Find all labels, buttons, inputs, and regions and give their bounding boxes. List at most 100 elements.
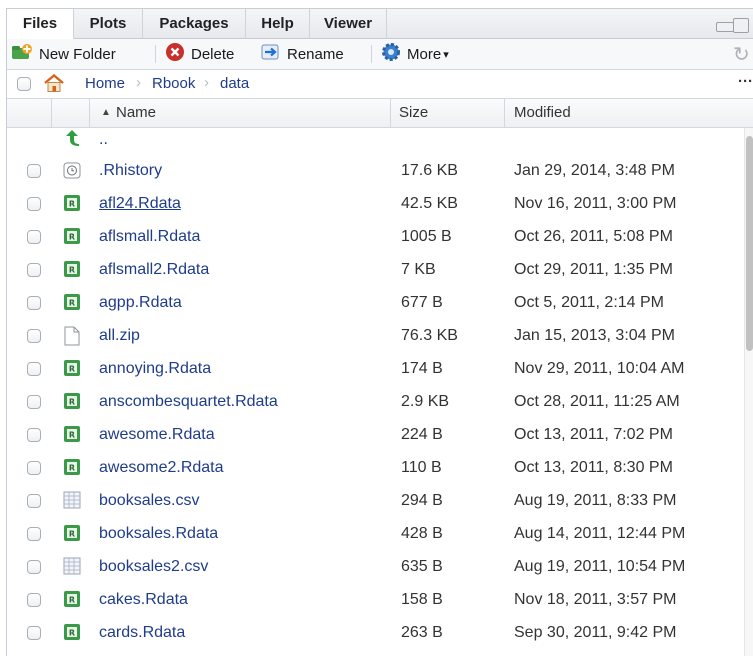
file-checkbox[interactable] bbox=[27, 560, 41, 574]
file-name-link[interactable]: anscombesquartet.Rdata bbox=[99, 393, 278, 411]
file-size: 428 B bbox=[401, 525, 443, 542]
breadcrumb-rbook[interactable]: Rbook bbox=[152, 75, 195, 92]
file-checkbox[interactable] bbox=[27, 164, 41, 178]
file-name-link[interactable]: booksales.Rdata bbox=[99, 525, 218, 543]
file-checkbox[interactable] bbox=[27, 494, 41, 508]
file-size: 635 B bbox=[401, 558, 443, 575]
rename-button[interactable]: Rename bbox=[261, 39, 344, 69]
tab-packages[interactable]: Packages bbox=[143, 9, 246, 38]
file-name-link[interactable]: aflsmall.Rdata bbox=[99, 228, 200, 246]
file-checkbox[interactable] bbox=[27, 329, 41, 343]
file-modified: Oct 28, 2011, 11:25 AM bbox=[514, 393, 680, 410]
file-checkbox[interactable] bbox=[27, 263, 41, 277]
file-row[interactable]: Raflsmall2.Rdata 7 KB Oct 29, 2011, 1:35 P… bbox=[7, 254, 742, 287]
scrollbar-thumb[interactable] bbox=[746, 136, 753, 351]
rdata-icon: R bbox=[63, 293, 81, 311]
file-checkbox[interactable] bbox=[27, 461, 41, 475]
file-checkbox[interactable] bbox=[27, 428, 41, 442]
file-size: 158 B bbox=[401, 591, 443, 608]
column-header-size[interactable]: Size bbox=[399, 99, 428, 127]
column-header-modified[interactable]: Modified bbox=[514, 99, 571, 127]
home-icon[interactable] bbox=[43, 73, 65, 97]
file-modified: Nov 29, 2011, 10:04 AM bbox=[514, 360, 685, 377]
minimize-pane-icon[interactable] bbox=[716, 22, 734, 32]
file-size: 2.9 KB bbox=[401, 393, 450, 410]
tab-files[interactable]: Files bbox=[7, 9, 74, 39]
file-name-link[interactable]: annoying.Rdata bbox=[99, 360, 211, 378]
rdata-icon: R bbox=[63, 260, 81, 278]
file-row[interactable]: Rafl24.Rdata 42.5 KB Nov 16, 2011, 3:00 PM bbox=[7, 188, 742, 221]
file-row[interactable]: Ragpp.Rdata 677 B Oct 5, 2011, 2:14 PM bbox=[7, 287, 742, 320]
file-name-link[interactable]: awesome2.Rdata bbox=[99, 459, 224, 477]
file-row[interactable]: booksales2.csv 635 B Aug 19, 2011, 10:54 P… bbox=[7, 551, 742, 584]
column-divider bbox=[51, 99, 52, 127]
column-header-name[interactable]: Name bbox=[116, 99, 156, 127]
file-name-link[interactable]: agpp.Rdata bbox=[99, 294, 182, 312]
file-name-link[interactable]: all.zip bbox=[99, 327, 140, 345]
file-row[interactable]: Rcards.Rdata 263 B Sep 30, 2011, 9:42 PM bbox=[7, 617, 742, 650]
more-button[interactable]: More ▾ bbox=[381, 39, 449, 69]
column-divider bbox=[504, 99, 505, 127]
file-checkbox[interactable] bbox=[27, 230, 41, 244]
file-name-link[interactable]: afl24.Rdata bbox=[99, 195, 181, 213]
up-arrow-icon bbox=[63, 129, 81, 147]
file-modified: Aug 19, 2011, 8:33 PM bbox=[514, 492, 677, 509]
svg-text:R: R bbox=[69, 629, 75, 638]
tab-plots[interactable]: Plots bbox=[74, 9, 143, 38]
file-modified: Nov 16, 2011, 3:00 PM bbox=[514, 195, 677, 212]
file-name-link[interactable]: .Rhistory bbox=[99, 162, 162, 180]
file-row[interactable]: Rbooksales.Rdata 428 B Aug 14, 2011, 12:44… bbox=[7, 518, 742, 551]
file-checkbox[interactable] bbox=[27, 395, 41, 409]
delete-button[interactable]: Delete bbox=[165, 39, 234, 69]
parent-directory-link[interactable]: .. bbox=[99, 131, 108, 149]
tab-viewer[interactable]: Viewer bbox=[310, 9, 387, 38]
pane-tab-bar: Files Plots Packages Help Viewer bbox=[7, 9, 753, 39]
file-name-link[interactable]: booksales.csv bbox=[99, 492, 200, 510]
maximize-pane-icon[interactable] bbox=[733, 18, 749, 33]
more-options-icon[interactable]: ··· bbox=[738, 73, 753, 90]
file-row[interactable]: Rawesome.Rdata 224 B Oct 13, 2011, 7:02 PM bbox=[7, 419, 742, 452]
file-checkbox[interactable] bbox=[27, 527, 41, 541]
rdata-icon: R bbox=[63, 392, 81, 410]
column-divider bbox=[89, 99, 90, 127]
file-name-link[interactable]: cakes.Rdata bbox=[99, 591, 188, 609]
svg-text:R: R bbox=[69, 464, 75, 473]
delete-icon bbox=[165, 42, 185, 66]
breadcrumb: Home › Rbook › data ··· bbox=[7, 70, 753, 99]
file-modified: Oct 13, 2011, 8:30 PM bbox=[514, 459, 673, 476]
refresh-icon[interactable]: ↻ bbox=[733, 39, 750, 69]
svg-text:R: R bbox=[69, 431, 75, 440]
more-label: More bbox=[407, 45, 442, 63]
file-row[interactable]: Rannoying.Rdata 174 B Nov 29, 2011, 10:04 … bbox=[7, 353, 742, 386]
file-name-link[interactable]: booksales2.csv bbox=[99, 558, 208, 576]
file-name-link[interactable]: awesome.Rdata bbox=[99, 426, 215, 444]
file-checkbox[interactable] bbox=[27, 296, 41, 310]
file-size: 42.5 KB bbox=[401, 195, 458, 212]
file-checkbox[interactable] bbox=[27, 197, 41, 211]
file-name-link[interactable]: aflsmall2.Rdata bbox=[99, 261, 209, 279]
files-toolbar: New Folder Delete Rename More ▾ ↻ bbox=[7, 39, 753, 70]
file-row[interactable]: all.zip 76.3 KB Jan 15, 2013, 3:04 PM bbox=[7, 320, 742, 353]
file-size: 17.6 KB bbox=[401, 162, 458, 179]
file-row[interactable]: .Rhistory 17.6 KB Jan 29, 2014, 3:48 PM bbox=[7, 155, 742, 188]
file-row[interactable]: booksales.csv 294 B Aug 19, 2011, 8:33 PM bbox=[7, 485, 742, 518]
tab-help[interactable]: Help bbox=[246, 9, 310, 38]
rdata-icon: R bbox=[63, 524, 81, 542]
file-checkbox[interactable] bbox=[27, 593, 41, 607]
select-all-checkbox[interactable] bbox=[17, 77, 31, 91]
file-row[interactable]: Rawesome2.Rdata 110 B Oct 13, 2011, 8:30 P… bbox=[7, 452, 742, 485]
file-row[interactable]: Ranscombesquartet.Rdata 2.9 KB Oct 28, 201… bbox=[7, 386, 742, 419]
file-modified: Oct 13, 2011, 7:02 PM bbox=[514, 426, 673, 443]
breadcrumb-home[interactable]: Home bbox=[85, 75, 125, 92]
csv-icon bbox=[63, 491, 81, 509]
file-row[interactable]: Rcakes.Rdata 158 B Nov 18, 2011, 3:57 PM bbox=[7, 584, 742, 617]
file-modified: Aug 19, 2011, 10:54 PM bbox=[514, 558, 686, 575]
file-row[interactable]: Raflsmall.Rdata 1005 B Oct 26, 2011, 5:08 … bbox=[7, 221, 742, 254]
file-checkbox[interactable] bbox=[27, 362, 41, 376]
rdata-icon: R bbox=[63, 623, 81, 641]
parent-directory-row[interactable]: .. bbox=[7, 128, 742, 155]
file-name-link[interactable]: cards.Rdata bbox=[99, 624, 185, 642]
delete-label: Delete bbox=[191, 45, 235, 63]
new-folder-button[interactable]: New Folder bbox=[11, 39, 116, 69]
file-checkbox[interactable] bbox=[27, 626, 41, 640]
